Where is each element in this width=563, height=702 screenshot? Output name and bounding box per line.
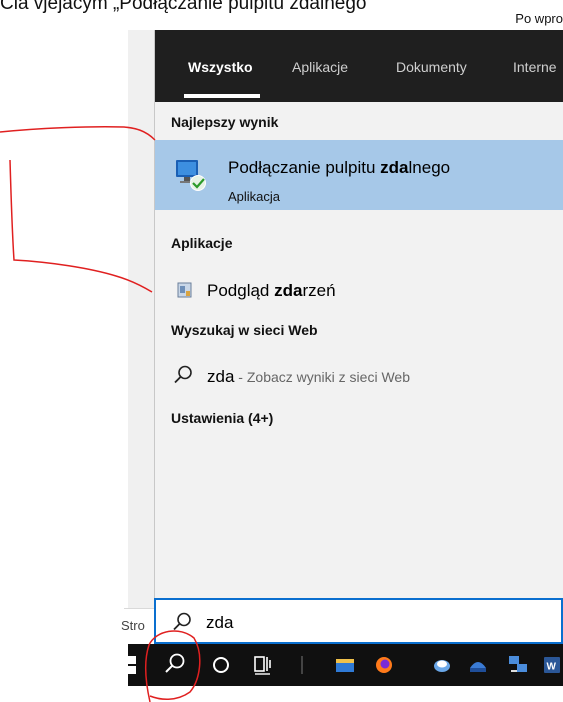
tab-apps[interactable]: Aplikacje bbox=[292, 59, 348, 75]
app-result-label: Podgląd zdarzeń bbox=[207, 281, 336, 300]
background-text: Stro bbox=[121, 618, 145, 633]
word-icon[interactable]: W bbox=[540, 644, 563, 686]
cortana-icon[interactable] bbox=[208, 644, 234, 686]
tab-all[interactable]: Wszystko bbox=[188, 59, 253, 75]
best-match-result[interactable]: Podłączanie pulpitu zdalnego Aplikacja bbox=[155, 140, 563, 210]
search-input-value: zda bbox=[206, 613, 234, 632]
firefox-icon[interactable] bbox=[370, 644, 398, 686]
search-icon[interactable] bbox=[156, 644, 192, 686]
remote-desktop-icon bbox=[176, 160, 206, 191]
app-result-event-viewer[interactable]: Podgląd zdarzeń › bbox=[155, 274, 563, 308]
event-viewer-icon bbox=[177, 282, 192, 298]
search-icon bbox=[174, 365, 192, 384]
app-icon[interactable] bbox=[464, 644, 492, 686]
taskbar: W bbox=[128, 644, 563, 686]
web-result-zda[interactable]: zda - Zobacz wyniki z sieci Web › bbox=[155, 360, 563, 394]
remote-desktop-icon[interactable] bbox=[504, 644, 532, 686]
tab-documents[interactable]: Dokumenty bbox=[396, 59, 467, 75]
task-view-icon[interactable] bbox=[250, 644, 276, 686]
search-input[interactable]: zda bbox=[154, 598, 563, 644]
settings-heading[interactable]: Ustawienia (4+) bbox=[171, 410, 273, 426]
background-window bbox=[128, 30, 154, 608]
active-tab-indicator bbox=[184, 94, 260, 98]
taskbar-divider bbox=[301, 656, 303, 674]
search-results-panel: Wszystko Aplikacje Dokumenty Interne Naj… bbox=[154, 30, 563, 598]
document-caption-right: Po wpro bbox=[512, 11, 563, 26]
search-icon bbox=[173, 612, 191, 631]
document-caption: Cla vjejacym „Podłączanie pulpitu zdalne… bbox=[0, 0, 367, 14]
tab-web[interactable]: Interne bbox=[513, 59, 557, 75]
file-explorer-icon[interactable] bbox=[332, 644, 358, 686]
web-heading: Wyszukaj w sieci Web bbox=[171, 322, 318, 338]
best-match-subtitle: Aplikacja bbox=[228, 189, 281, 204]
svg-text:W: W bbox=[547, 662, 557, 673]
app-icon[interactable] bbox=[428, 644, 456, 686]
apps-heading: Aplikacje bbox=[171, 235, 233, 251]
start-icon[interactable] bbox=[128, 644, 148, 686]
best-match-title: Podłączanie pulpitu zdalnego bbox=[228, 158, 451, 177]
search-tab-bar: Wszystko Aplikacje Dokumenty Interne bbox=[155, 30, 563, 102]
best-match-heading: Najlepszy wynik bbox=[171, 114, 279, 130]
web-result-label: zda - Zobacz wyniki z sieci Web bbox=[207, 367, 410, 386]
